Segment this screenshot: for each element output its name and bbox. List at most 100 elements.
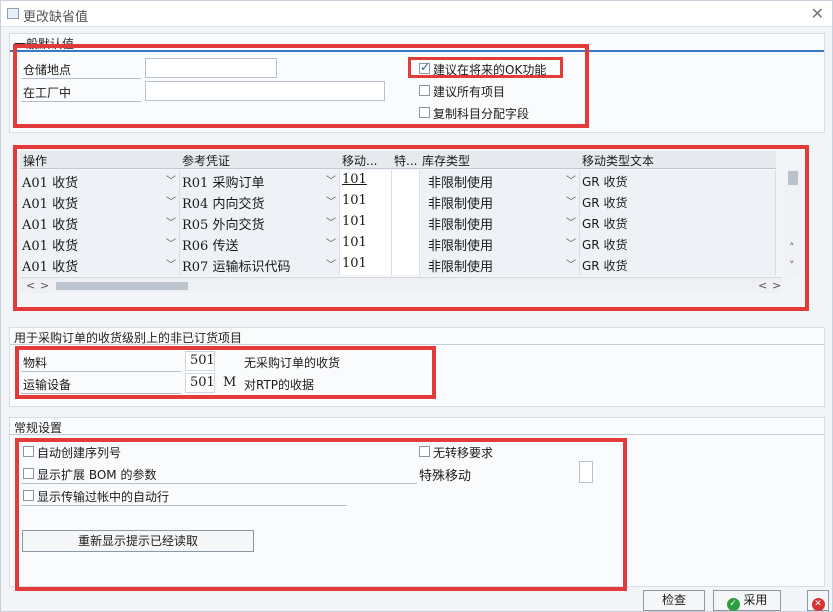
in-plant-input[interactable] — [145, 81, 385, 101]
table-header: 操作 参考凭证 移动... 特... 库存类型 移动类型文本 — [20, 151, 776, 169]
cell-text: GR 收货 — [582, 238, 628, 252]
checkmark-icon: ✓ — [726, 598, 740, 611]
scroll-thumb[interactable] — [788, 171, 798, 185]
chevron-down-icon[interactable]: ﹀ — [326, 193, 336, 208]
ref-cell[interactable]: R06 传送 ﹀ — [180, 233, 340, 254]
chevron-down-icon[interactable]: ﹀ — [566, 235, 576, 250]
ref-cell[interactable]: R07 运输标识代码 ﹀ — [180, 254, 340, 275]
action-cell[interactable]: A01 收货 ﹀ — [20, 233, 180, 254]
material-movement-field[interactable]: 501 — [185, 351, 215, 371]
spec-cell[interactable] — [392, 170, 420, 191]
group-underline — [10, 344, 824, 345]
chevron-down-icon[interactable]: ﹀ — [326, 256, 336, 271]
table-vertical-scrollbar[interactable]: ˄ ˅ — [785, 169, 801, 277]
ref-cell[interactable]: R04 内向交货 ﹀ — [180, 191, 340, 212]
chevron-down-icon[interactable]: ﹀ — [566, 193, 576, 208]
chevron-down-icon[interactable]: ﹀ — [326, 235, 336, 250]
chevron-down-icon[interactable]: ﹀ — [566, 214, 576, 229]
transport-flag: M — [223, 375, 237, 390]
ref-cell[interactable]: R01 采购订单 ﹀ — [180, 170, 340, 191]
label-underline — [21, 505, 347, 506]
action-cell[interactable]: A01 收货 ﹀ — [20, 170, 180, 191]
apply-button[interactable]: ✓ 采用 — [713, 590, 781, 611]
chevron-up-icon[interactable]: ˄ — [789, 241, 795, 254]
reread-prompt-button[interactable]: 重新显示提示已经读取 — [22, 530, 254, 552]
stock-cell[interactable]: 非限制使用 ﹀ — [420, 212, 580, 233]
text-cell: GR 收货 — [580, 170, 776, 191]
col-header-action[interactable]: 操作 — [23, 152, 47, 169]
col-header-ref[interactable]: 参考凭证 — [182, 152, 230, 169]
cell-text: GR 收货 — [582, 175, 628, 189]
spec-cell[interactable] — [392, 254, 420, 275]
chevron-down-icon[interactable]: ﹀ — [166, 235, 176, 250]
close-icon[interactable]: ✕ — [811, 4, 824, 23]
mvt-cell[interactable]: 101 — [340, 212, 392, 233]
cell-text: A01 收货 — [22, 197, 79, 212]
bom-params-label: 显示扩展 BOM 的参数 — [37, 468, 157, 482]
cell-text: 101 — [342, 193, 367, 208]
stock-cell[interactable]: 非限制使用 ﹀ — [420, 254, 580, 275]
chevron-down-icon[interactable]: ﹀ — [566, 172, 576, 187]
copy-account-checkbox[interactable] — [419, 107, 430, 118]
no-transfer-checkbox[interactable] — [419, 446, 430, 457]
storage-location-input[interactable] — [145, 58, 277, 78]
field-value: 501 — [190, 353, 215, 368]
col-header-mvt[interactable]: 移动... — [342, 152, 377, 169]
chevron-down-icon[interactable]: ˅ — [789, 259, 795, 272]
check-button[interactable]: 检查 — [643, 590, 705, 611]
transport-movement-field[interactable]: 501 — [185, 373, 215, 393]
chevron-right-icon[interactable]: > — [40, 279, 49, 292]
table-row: A01 收货 ﹀ R04 内向交货 ﹀ 101 非限制使用 ﹀ GR 收货 — [20, 191, 776, 212]
chevron-down-icon[interactable]: ﹀ — [166, 193, 176, 208]
action-cell[interactable]: A01 收货 ﹀ — [20, 254, 180, 275]
chevron-left-icon[interactable]: < — [758, 279, 767, 292]
mvt-cell[interactable]: 101 — [340, 170, 392, 191]
ok-suggest-checkbox[interactable] — [419, 60, 430, 74]
auto-line-checkbox[interactable] — [23, 490, 34, 501]
special-move-input[interactable] — [579, 461, 593, 483]
chevron-down-icon[interactable]: ﹀ — [326, 214, 336, 229]
chevron-down-icon[interactable]: ﹀ — [166, 214, 176, 229]
text-cell: GR 收货 — [580, 212, 776, 233]
dialog-window: 更改缺省值 ✕ 一般默认值 仓储地点 在工厂中 建议在将来的OK功能 建议所有项… — [0, 0, 833, 612]
auto-serial-checkbox[interactable] — [23, 446, 34, 457]
suggest-all-checkbox[interactable] — [419, 85, 430, 96]
cell-text: 非限制使用 — [428, 260, 494, 275]
chevron-left-icon[interactable]: < — [26, 279, 35, 292]
chevron-down-icon[interactable]: ﹀ — [566, 256, 576, 271]
transport-label: 运输设备 — [23, 378, 72, 392]
cell-text: A01 收货 — [22, 239, 79, 254]
action-cell[interactable]: A01 收货 ﹀ — [20, 212, 180, 233]
spec-cell[interactable] — [392, 233, 420, 254]
stock-cell[interactable]: 非限制使用 ﹀ — [420, 170, 580, 191]
chevron-down-icon[interactable]: ﹀ — [326, 172, 336, 187]
mvt-cell[interactable]: 101 — [340, 233, 392, 254]
ref-cell[interactable]: R05 外向交货 ﹀ — [180, 212, 340, 233]
mvt-cell[interactable]: 101 — [340, 191, 392, 212]
copy-account-label: 复制科目分配字段 — [433, 107, 530, 121]
cancel-button[interactable]: ✕ — [807, 590, 829, 611]
col-header-spec[interactable]: 特... — [394, 152, 417, 169]
scroll-thumb[interactable] — [56, 282, 188, 290]
button-label: 重新显示提示已经读取 — [77, 534, 198, 548]
mvt-cell[interactable]: 101 — [340, 254, 392, 275]
col-header-text[interactable]: 移动类型文本 — [582, 152, 654, 169]
cell-text: 101 — [342, 256, 367, 271]
spec-cell[interactable] — [392, 212, 420, 233]
chevron-down-icon[interactable]: ﹀ — [166, 256, 176, 271]
material-text: 无采购订单的收货 — [244, 356, 341, 370]
group-underline — [10, 434, 824, 435]
action-cell[interactable]: A01 收货 ﹀ — [20, 191, 180, 212]
table-horizontal-scrollbar[interactable]: < > < > — [20, 277, 782, 293]
col-header-stock[interactable]: 库存类型 — [422, 152, 470, 169]
stock-cell[interactable]: 非限制使用 ﹀ — [420, 191, 580, 212]
auto-serial-label: 自动创建序列号 — [37, 446, 122, 460]
chevron-right-icon[interactable]: > — [772, 279, 781, 292]
cell-text: 非限制使用 — [428, 197, 494, 212]
in-plant-label: 在工厂中 — [23, 86, 72, 100]
stock-cell[interactable]: 非限制使用 ﹀ — [420, 233, 580, 254]
chevron-down-icon[interactable]: ﹀ — [166, 172, 176, 187]
bom-params-checkbox[interactable] — [23, 468, 34, 479]
cell-text: R05 外向交货 — [182, 218, 265, 233]
spec-cell[interactable] — [392, 191, 420, 212]
